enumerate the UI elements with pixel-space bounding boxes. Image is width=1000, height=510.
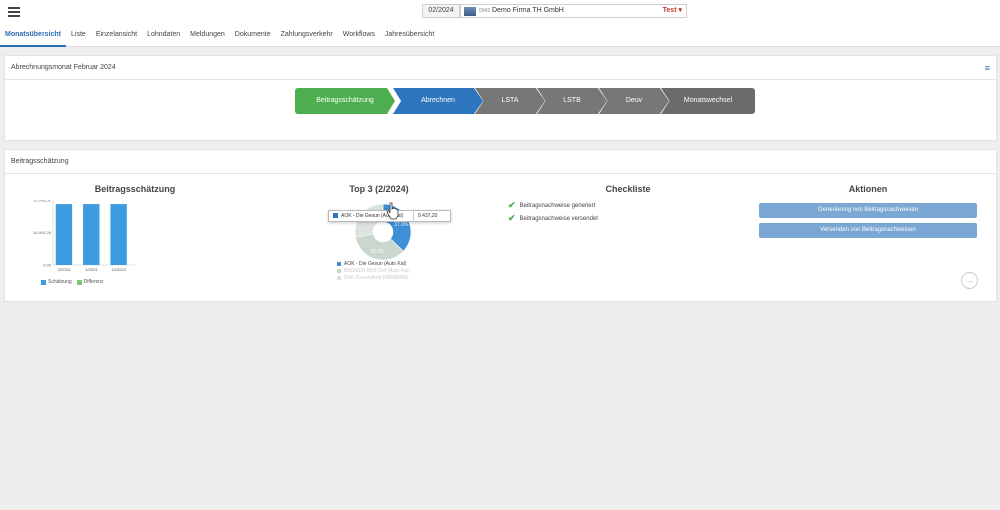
tooltip-value: 9.437,20 xyxy=(413,211,437,221)
legend-swatch-differenz xyxy=(76,279,82,285)
checklist-item: ✔ Beitragsnachweise generiert xyxy=(508,200,595,211)
main-tabs: Monatsübersicht Liste Einzelansicht Lohn… xyxy=(0,26,439,47)
y-tick-label: 0,00 xyxy=(43,263,52,268)
bar-section-title: Beitragsschätzung xyxy=(94,184,176,194)
step-lstb[interactable]: LSTB xyxy=(537,88,607,114)
company-number: 0042 xyxy=(479,8,491,14)
x-tick-label: 2/2024 xyxy=(58,267,71,272)
month-panel-header: Abrechnungsmonat Februar 2024 ≡ xyxy=(5,56,996,80)
actions-title: Aktionen xyxy=(848,184,888,194)
pie-section-title: Top 3 (2/2024) xyxy=(349,184,409,194)
estimate-panel-header: Beitragsschätzung xyxy=(5,150,996,174)
month-panel: Abrechnungsmonat Februar 2024 ≡ Beitrags… xyxy=(4,55,997,141)
bar-schaetzung xyxy=(110,204,127,265)
y-tick-label: 16.004,26 xyxy=(33,230,52,235)
tab-liste[interactable]: Liste xyxy=(66,26,91,47)
generate-contribution-records-button[interactable]: Generierung von Beitragsnachweisen xyxy=(759,203,977,218)
check-icon: ✔ xyxy=(508,213,516,223)
tab-lohndaten[interactable]: Lohndaten xyxy=(142,26,185,47)
month-panel-title: Abrechnungsmonat Februar 2024 xyxy=(11,64,116,71)
bar-schaetzung xyxy=(83,204,100,265)
pie-legend-swatch xyxy=(337,268,341,273)
checklist-item-label: Beitragsnachweise generiert xyxy=(519,202,596,209)
tab-dokumente[interactable]: Dokumente xyxy=(230,26,276,47)
pie-legend-swatch xyxy=(337,275,341,280)
tab-einzelansicht[interactable]: Einzelansicht xyxy=(91,26,142,47)
estimate-bar-chart: 32.008,52 16.004,26 0,00 2/2024 1/2024 12/202… xyxy=(25,198,145,290)
checklist-item: ✔ Beitragsnachweise versendet xyxy=(508,213,598,224)
pie-legend-swatch xyxy=(337,261,341,266)
pie-legend-item[interactable]: BREMER BKK Gef (Auto Kal) xyxy=(337,267,437,274)
y-tick-label: 32.008,52 xyxy=(33,200,52,203)
hand-cursor-icon xyxy=(386,202,399,220)
tooltip-label: AOK - Die Gesun (Auto Kal) xyxy=(341,213,404,219)
chevron-down-icon: ▾ xyxy=(678,7,682,14)
environment-label: Test xyxy=(662,7,677,14)
legend-label-differenz: Differenz xyxy=(83,279,104,285)
pie-legend: AOK - Die Gesun (Auto Kal) BREMER BKK Ge… xyxy=(337,260,437,281)
bar-chart-svg: 32.008,52 16.004,26 0,00 2/2024 1/2024 12/202… xyxy=(33,198,135,272)
pie-legend-label: AOK - Die Gesun (Auto Kal) xyxy=(344,260,407,267)
tab-workflows[interactable]: Workflows xyxy=(338,26,380,47)
check-icon: ✔ xyxy=(508,200,516,210)
top-bar: 02/2024 0042 Demo Firma TH GmbH Test ▾ M… xyxy=(0,0,1000,47)
step-abrechnen[interactable]: Abrechnen xyxy=(393,88,483,114)
send-contribution-records-button[interactable]: Versenden von Beitragsnachweisen xyxy=(759,223,977,238)
menu-icon[interactable] xyxy=(8,7,20,17)
pie-legend-item[interactable]: DAK Gesundheit (48698880) xyxy=(337,274,437,281)
x-tick-label: 1/2024 xyxy=(85,267,98,272)
pie-legend-item[interactable]: AOK - Die Gesun (Auto Kal) xyxy=(337,260,437,267)
company-logo-icon xyxy=(464,7,476,16)
pie-data-label: 37.0% xyxy=(394,222,409,228)
tab-monatsuebersicht[interactable]: Monatsübersicht xyxy=(0,26,67,47)
step-lsta[interactable]: LSTA xyxy=(475,88,545,114)
step-deuv[interactable]: Deuv xyxy=(599,88,669,114)
tab-zahlungsverkehr[interactable]: Zahlungsverkehr xyxy=(276,26,338,47)
tooltip-swatch xyxy=(333,213,338,218)
tab-jahresuebersicht[interactable]: Jahresübersicht xyxy=(380,26,439,47)
bar-legend: Schätzung Differenz xyxy=(41,279,104,285)
arrow-right-icon[interactable]: → xyxy=(961,272,978,289)
period-selector[interactable]: 02/2024 xyxy=(422,4,460,18)
checklist-title: Checkliste xyxy=(605,184,651,194)
x-tick-label: 12/2023 xyxy=(111,267,126,272)
tab-meldungen[interactable]: Meldungen xyxy=(185,26,230,47)
step-beitragsschaetzung[interactable]: Beitragsschätzung xyxy=(295,88,395,114)
environment-dropdown[interactable]: Test ▾ xyxy=(663,5,682,17)
bar-schaetzung xyxy=(55,204,73,265)
estimate-panel: Beitragsschätzung Beitragsschätzung 32.0… xyxy=(4,149,997,302)
company-name: Demo Firma TH GmbH xyxy=(492,7,564,14)
pie-legend-label: DAK Gesundheit (48698880) xyxy=(344,274,409,281)
step-monatswechsel[interactable]: Monatswechsel xyxy=(661,88,755,114)
pie-data-label: 35.0% xyxy=(370,249,385,255)
panel-menu-icon[interactable]: ≡ xyxy=(985,56,990,80)
estimate-panel-title: Beitragsschätzung xyxy=(11,158,69,165)
legend-label-schaetzung: Schätzung xyxy=(48,279,72,285)
checklist-item-label: Beitragsnachweise versendet xyxy=(519,215,598,222)
pie-legend-label: BREMER BKK Gef (Auto Kal) xyxy=(344,267,410,274)
company-selector[interactable]: 0042 Demo Firma TH GmbH Test ▾ xyxy=(460,4,687,18)
legend-swatch-schaetzung xyxy=(41,279,46,285)
